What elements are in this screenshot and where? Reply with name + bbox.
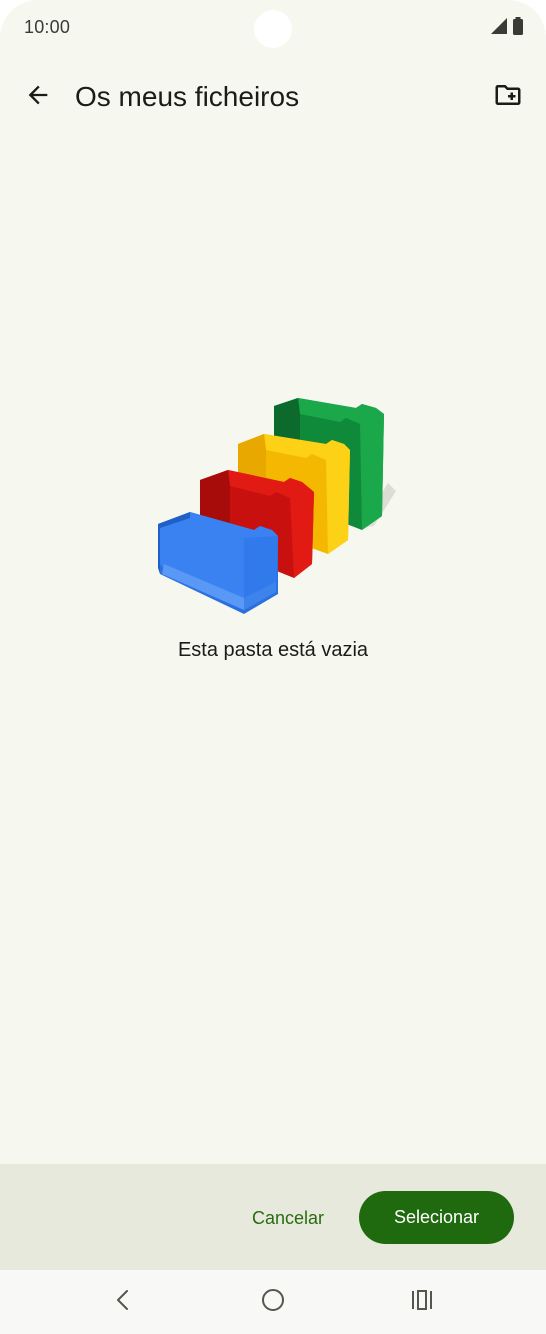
status-icons bbox=[490, 17, 524, 40]
page-title: Os meus ficheiros bbox=[75, 81, 300, 112]
back-button[interactable] bbox=[16, 75, 60, 119]
battery-icon bbox=[512, 17, 524, 40]
screen: 10:00 Os meus ficheiros Esta pasta está … bbox=[0, 0, 546, 1334]
empty-state-message: Esta pasta está vazia bbox=[177, 639, 369, 661]
empty-folders-illustration bbox=[150, 388, 400, 618]
signal-icon bbox=[490, 17, 508, 40]
nav-back-button[interactable] bbox=[103, 1282, 143, 1322]
app-bar: Os meus ficheiros bbox=[0, 64, 546, 130]
action-bar: Cancelar Selecionar bbox=[0, 1164, 546, 1270]
select-button[interactable]: Selecionar bbox=[359, 1191, 514, 1244]
navigation-bar bbox=[0, 1270, 546, 1334]
nav-recents-button[interactable] bbox=[402, 1282, 442, 1322]
nav-back-icon bbox=[112, 1289, 134, 1316]
nav-home-button[interactable] bbox=[253, 1282, 293, 1322]
camera-cutout bbox=[254, 10, 292, 48]
cancel-button[interactable]: Cancelar bbox=[236, 1192, 340, 1244]
arrow-back-icon bbox=[24, 81, 52, 114]
status-bar: 10:00 bbox=[0, 0, 546, 56]
new-folder-button[interactable] bbox=[486, 75, 530, 119]
nav-home-icon bbox=[261, 1288, 285, 1317]
create-new-folder-icon bbox=[493, 80, 523, 115]
status-time: 10:00 bbox=[24, 17, 71, 37]
nav-recents-icon bbox=[410, 1289, 434, 1316]
